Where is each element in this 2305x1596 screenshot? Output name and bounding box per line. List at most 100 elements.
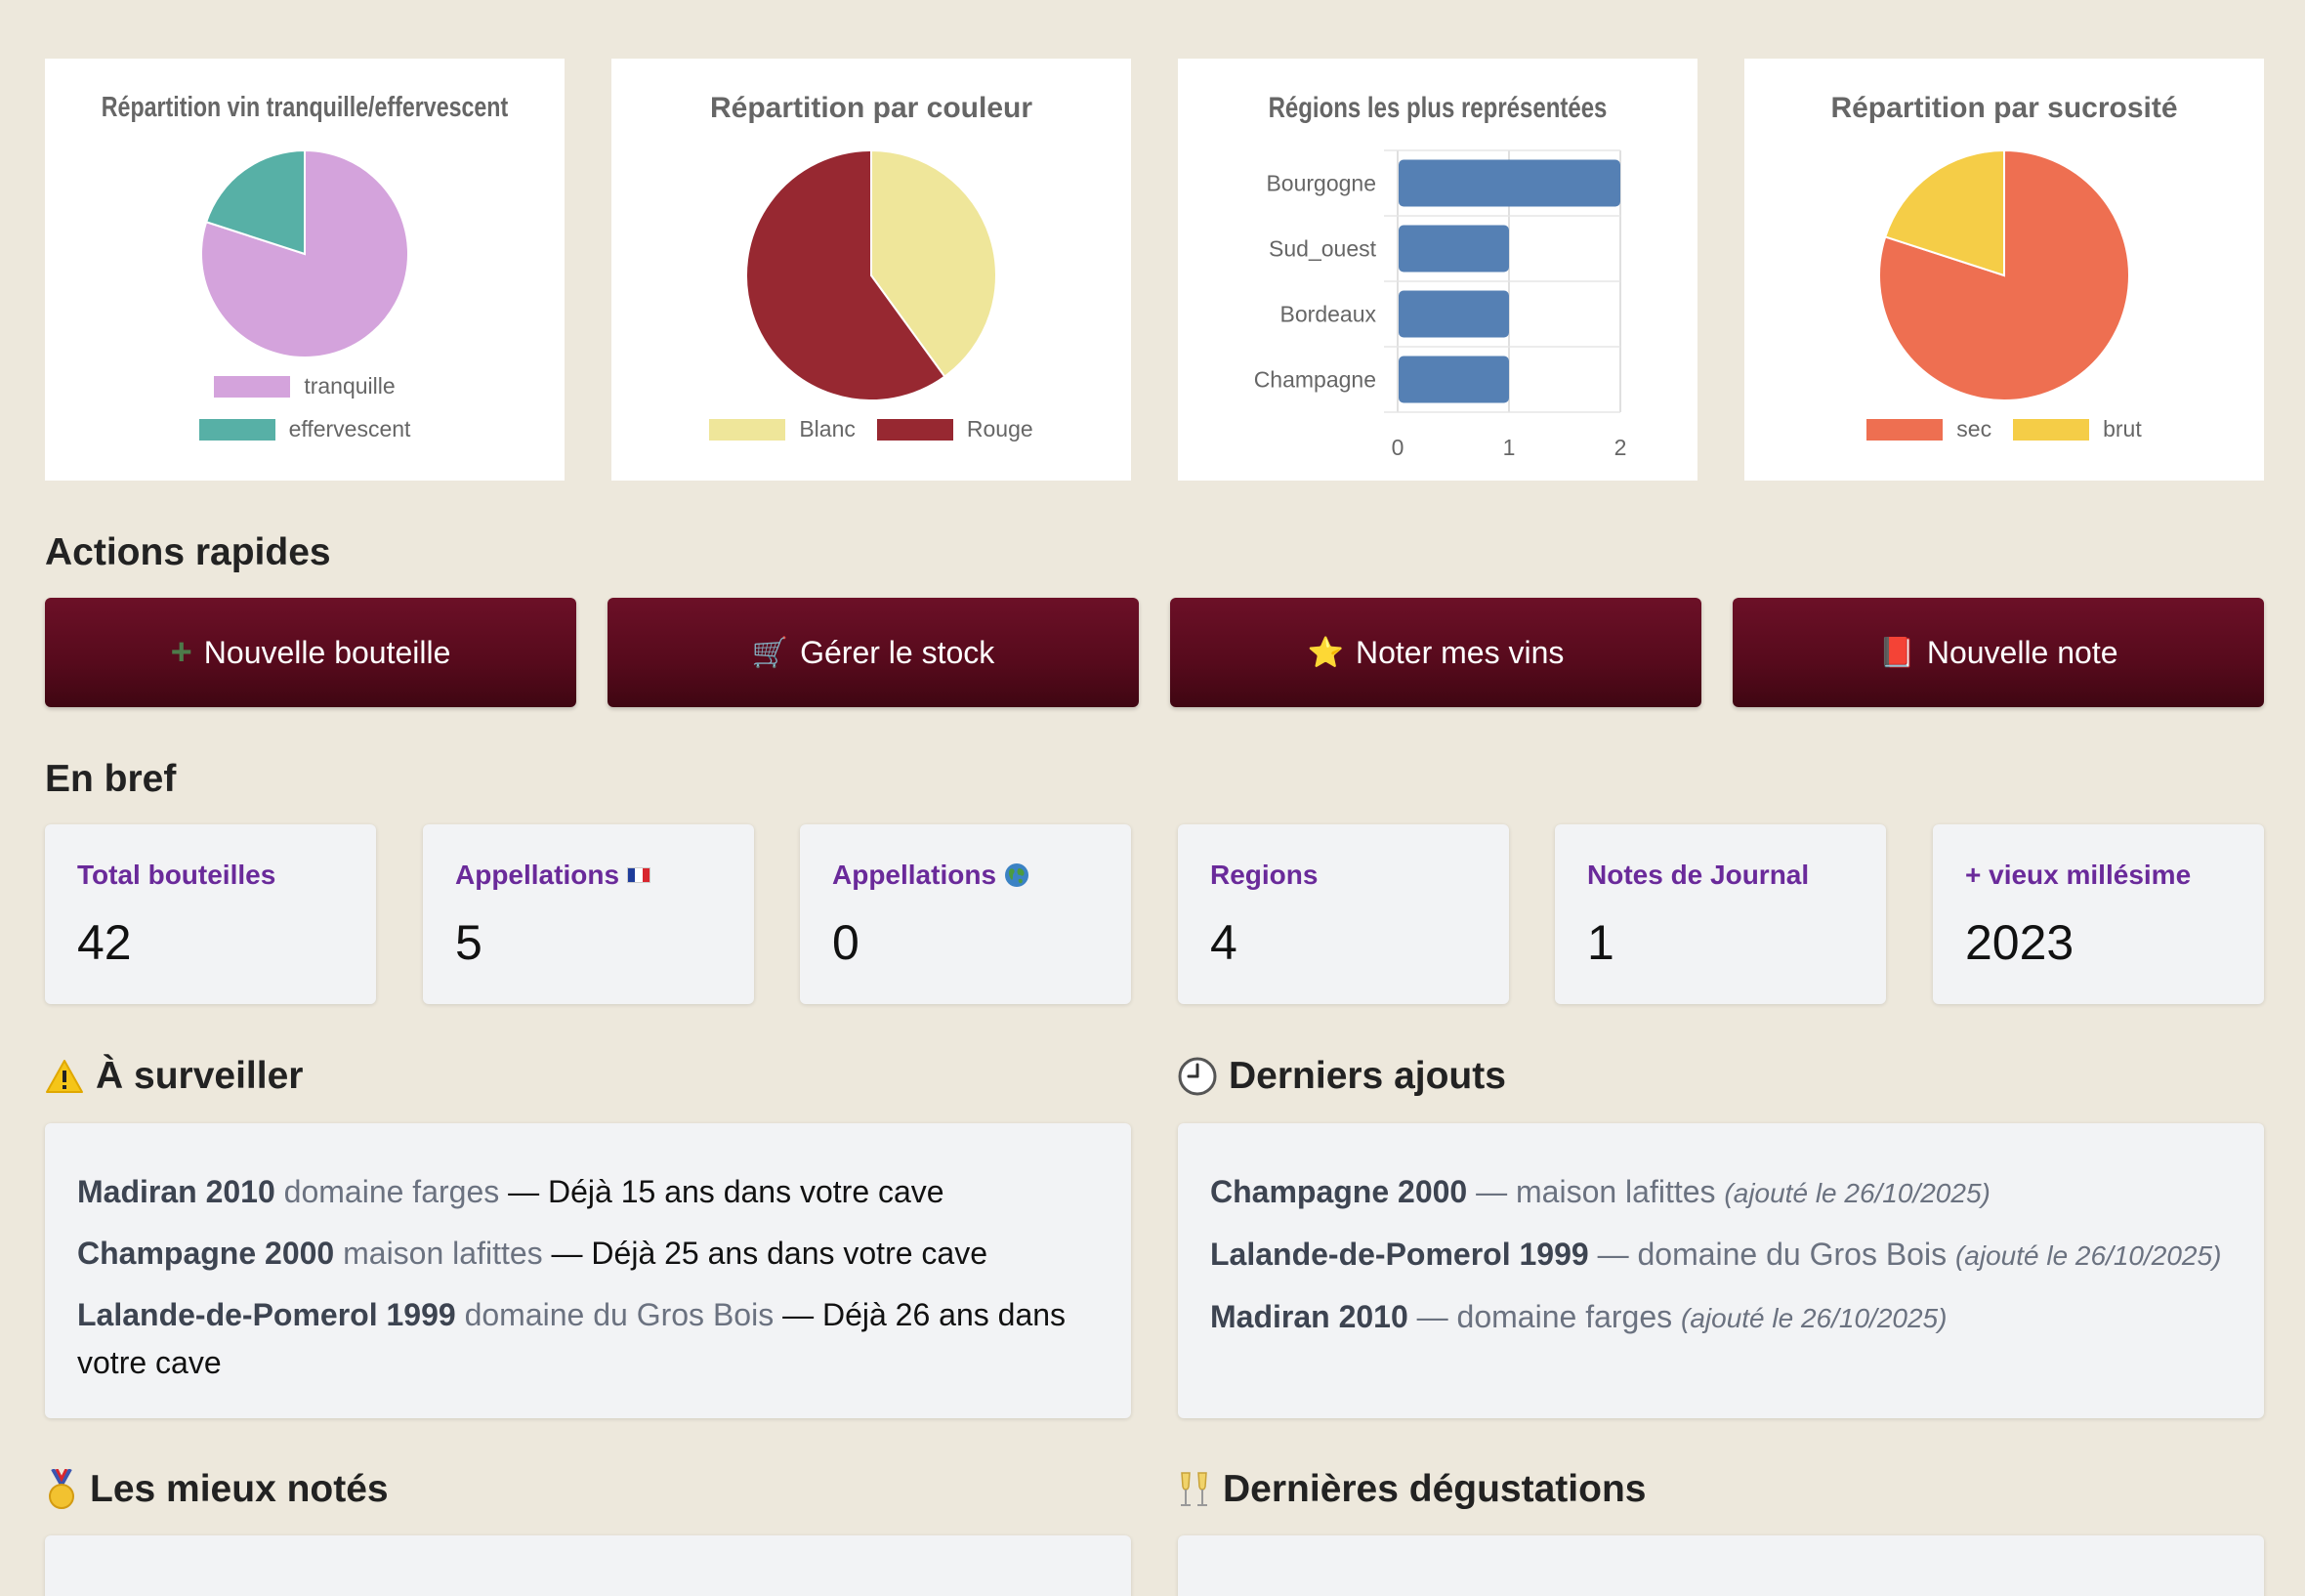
stat-label: Regions — [1210, 860, 1318, 891]
category-label: Bourgogne — [1266, 171, 1376, 196]
watch-title: À surveiller — [45, 1055, 303, 1098]
section-heading: Actions rapides — [45, 531, 331, 573]
clock-icon — [1178, 1057, 1217, 1096]
chart-legend: sec brut — [1744, 416, 2264, 442]
stat-value: 1 — [1587, 915, 1614, 970]
button-label: Nouvelle bouteille — [203, 634, 451, 670]
button-label: Noter mes vins — [1355, 634, 1565, 670]
stat-label: Appellations — [832, 860, 1029, 891]
charts-row: Répartition vin tranquille/effervescent … — [45, 59, 2265, 481]
legend-item[interactable]: Blanc — [709, 416, 856, 442]
wine-name: Champagne 2000 — [1210, 1174, 1468, 1209]
france-flag-icon — [627, 867, 651, 883]
bar-Bordeaux[interactable] — [1399, 290, 1509, 338]
stat-value: 0 — [832, 915, 859, 970]
stat-label-text: Regions — [1210, 860, 1319, 890]
legend-swatch — [214, 375, 291, 398]
star-icon: ⭐ — [1307, 636, 1344, 669]
stat-oldest-vintage: + vieux millésime 2023 — [1933, 824, 2264, 1004]
legend-label: Blanc — [799, 416, 856, 441]
chart-card-type: Répartition vin tranquille/effervescent … — [45, 59, 565, 481]
legend-swatch — [1866, 418, 1944, 441]
chart-legend: tranquille — [45, 373, 565, 399]
champagne-glasses-icon — [1181, 1472, 1207, 1506]
stat-label-text: Appellations — [455, 860, 620, 890]
legend-swatch — [876, 418, 953, 441]
bar-Sud_ouest[interactable] — [1399, 225, 1509, 273]
legend-item[interactable]: Rouge — [876, 416, 1033, 442]
legend-label: tranquille — [304, 373, 396, 399]
wine-name: Champagne 2000 — [77, 1236, 335, 1271]
stat-value: 42 — [77, 915, 132, 970]
chart-card-regions: Régions les plus représentées Bourgogne S… — [1178, 59, 1697, 481]
wine-name: Madiran 2010 — [1210, 1299, 1408, 1334]
watch-list: Madiran 2010 domaine farges — Déjà 15 an… — [45, 1123, 1131, 1418]
category-label: Champagne — [1254, 367, 1376, 393]
section-heading: En bref — [45, 758, 177, 800]
chart-legend: Blanc Rouge — [611, 416, 1131, 442]
bar-Bourgogne[interactable] — [1399, 159, 1620, 207]
warning-icon — [46, 1060, 83, 1093]
manage-stock-button[interactable]: 🛒 Gérer le stock — [608, 598, 1139, 707]
stat-label: + vieux millésime — [1965, 860, 2191, 891]
stats-row: Total bouteilles 42 Appellations 5 Appel… — [45, 824, 2266, 1004]
button-label: Gérer le stock — [800, 634, 995, 670]
producer: domaine farges — [283, 1174, 500, 1209]
rate-wines-button[interactable]: ⭐ Noter mes vins — [1170, 598, 1701, 707]
new-note-button[interactable]: 📕 Nouvelle note — [1733, 598, 2264, 707]
stat-value: 4 — [1210, 915, 1237, 970]
legend-item[interactable]: tranquille — [214, 373, 396, 399]
legend-label: effervescent — [288, 416, 411, 441]
stat-label-text: + vieux millésime — [1965, 860, 2192, 890]
section-heading: À surveiller — [96, 1055, 304, 1097]
stat-label: Notes de Journal — [1587, 860, 1809, 891]
bar-chart-regions: Bourgogne Sud_ouest Bordeaux Champagne 0 1 2 — [1254, 149, 1626, 460]
legend-label: Rouge — [966, 416, 1033, 441]
stat-total-bottles: Total bouteilles 42 — [45, 824, 376, 1004]
tastings-panel — [1178, 1535, 2264, 1596]
legend-item[interactable]: brut — [2013, 416, 2142, 442]
added-date: (ajouté le 26/10/2025) — [1724, 1178, 1991, 1208]
category-label: Bordeaux — [1280, 302, 1377, 327]
producer: domaine du Gros Bois — [464, 1297, 775, 1332]
age-note: — Déjà 15 ans dans votre cave — [508, 1174, 944, 1209]
quick-actions-title: Actions rapides — [45, 531, 331, 574]
stat-journal-notes: Notes de Journal 1 — [1555, 824, 1886, 1004]
section-heading: Dernières dégustations — [1223, 1468, 1647, 1510]
button-label: Nouvelle note — [1926, 634, 2118, 670]
list-item[interactable]: Lalande-de-Pomerol 1999 — domaine du Gro… — [1210, 1231, 2232, 1280]
legend-label: sec — [1956, 416, 1992, 441]
list-item[interactable]: Champagne 2000 — maison lafittes (ajouté… — [1210, 1168, 2232, 1217]
producer: maison lafittes — [343, 1236, 543, 1271]
new-bottle-button[interactable]: + Nouvelle bouteille — [45, 598, 576, 707]
producer: — domaine du Gros Bois — [1597, 1237, 1948, 1272]
list-item[interactable]: Madiran 2010 — domaine farges (ajouté le… — [1210, 1293, 2232, 1342]
tastings-title: Dernières dégustations — [1178, 1468, 1646, 1511]
wine-name: Lalande-de-Pomerol 1999 — [77, 1297, 456, 1332]
legend-item[interactable]: effervescent — [198, 416, 411, 442]
stat-value: 5 — [455, 915, 482, 970]
section-heading: Les mieux notés — [90, 1468, 389, 1510]
section-heading: Derniers ajouts — [1229, 1055, 1506, 1097]
list-item[interactable]: Champagne 2000 maison lafittes — Déjà 25… — [77, 1230, 1099, 1278]
quick-actions: + Nouvelle bouteille 🛒 Gérer le stock ⭐ … — [45, 598, 2266, 707]
list-item[interactable]: Lalande-de-Pomerol 1999 domaine du Gros … — [77, 1291, 1099, 1387]
chart-card-color: Répartition par couleur Blanc Rouge — [611, 59, 1131, 481]
plus-icon: + — [170, 631, 192, 673]
stat-label: Appellations — [455, 860, 651, 891]
book-icon: 📕 — [1878, 636, 1915, 669]
stat-value: 2023 — [1965, 915, 2074, 970]
recent-list: Champagne 2000 — maison lafittes (ajouté… — [1178, 1123, 2264, 1418]
chart-card-sweetness: Répartition par sucrosité sec brut — [1744, 59, 2264, 481]
stat-world-appellations: Appellations 0 — [800, 824, 1131, 1004]
globe-icon — [1005, 863, 1029, 887]
legend-swatch — [709, 418, 786, 441]
cart-icon: 🛒 — [751, 636, 789, 669]
stat-label: Total bouteilles — [77, 860, 275, 891]
legend-swatch — [198, 418, 275, 441]
tick-label: 1 — [1503, 435, 1516, 460]
list-item[interactable]: Madiran 2010 domaine farges — Déjà 15 an… — [77, 1168, 1099, 1216]
chart-legend: effervescent — [45, 416, 565, 442]
bar-Champagne[interactable] — [1399, 356, 1509, 403]
legend-item[interactable]: sec — [1866, 416, 1991, 442]
